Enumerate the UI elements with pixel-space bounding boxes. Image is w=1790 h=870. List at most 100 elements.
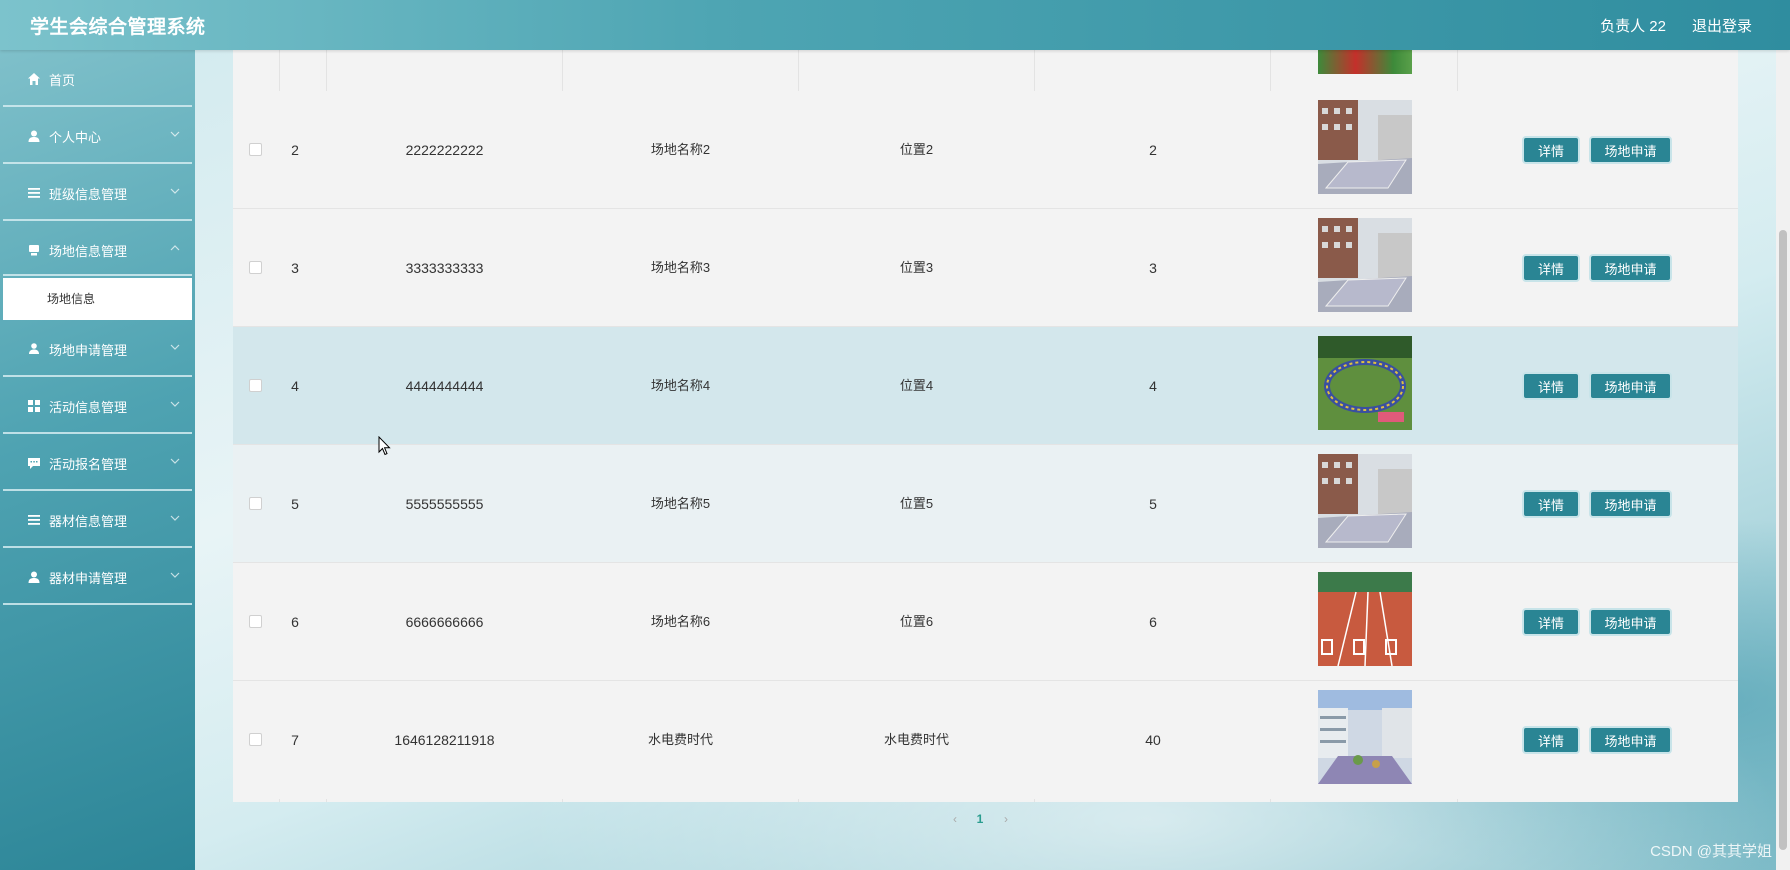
venue-location: 位置4	[899, 378, 934, 393]
chat-icon	[28, 458, 40, 469]
venue-apply-button[interactable]: 场地申请	[1589, 372, 1672, 400]
chevron-down-icon	[170, 131, 180, 137]
chevron-down-icon	[170, 458, 180, 464]
sidebar-item-venue-application[interactable]: 场地申请管理	[3, 320, 192, 377]
venue-apply-button[interactable]: 场地申请	[1589, 490, 1672, 518]
user-icon	[28, 130, 40, 142]
venue-name: 场地名称2	[650, 142, 711, 157]
row-index: 5	[291, 496, 299, 512]
chevron-down-icon	[170, 515, 180, 521]
venue-thumbnail[interactable]	[1318, 572, 1412, 666]
row-checkbox[interactable]	[249, 733, 262, 746]
current-user-label: 负责人 22	[1600, 18, 1666, 35]
venue-capacity: 5	[1149, 496, 1157, 512]
venue-apply-button[interactable]: 场地申请	[1589, 608, 1672, 636]
venue-capacity: 40	[1145, 732, 1161, 748]
grid-icon	[28, 400, 40, 412]
venue-thumbnail[interactable]	[1318, 218, 1412, 312]
venue-location: 位置3	[899, 260, 934, 275]
venue-location: 位置2	[899, 142, 934, 157]
sidebar-item-equipment-info[interactable]: 器材信息管理	[3, 491, 192, 548]
table-row: 5 5555555555 场地名称5 位置5 5 详情 场地申请	[233, 445, 1738, 563]
detail-button[interactable]: 详情	[1522, 490, 1580, 518]
sidebar-item-label: 个人中心	[49, 130, 102, 145]
venue-number: 3333333333	[405, 260, 484, 276]
sidebar-item-label: 班级信息管理	[49, 187, 128, 202]
venue-number: 4444444444	[405, 378, 484, 394]
detail-button[interactable]: 详情	[1522, 726, 1580, 754]
venue-location: 位置6	[899, 614, 934, 629]
mouse-cursor-icon	[378, 436, 391, 456]
chevron-down-icon	[170, 188, 180, 194]
table-row: 3 3333333333 场地名称3 位置3 3 详情 场地申请	[233, 209, 1738, 327]
venue-icon	[29, 245, 39, 256]
table-row: 6 6666666666 场地名称6 位置6 6 详情 场地申请	[233, 563, 1738, 681]
row-checkbox[interactable]	[249, 143, 262, 156]
table-row: 2 2222222222 场地名称2 位置2 2 详情 场地申请	[233, 91, 1738, 209]
venue-thumbnail[interactable]	[1318, 336, 1412, 430]
scrollbar-thumb[interactable]	[1779, 230, 1787, 850]
venue-capacity: 6	[1149, 614, 1157, 630]
venue-thumbnail[interactable]	[1318, 690, 1412, 784]
top-bar: 学生会综合管理系统 负责人 22 退出登录	[0, 0, 1790, 50]
venue-number: 5555555555	[405, 496, 484, 512]
venue-location: 位置5	[899, 496, 934, 511]
sidebar-item-venue-info[interactable]: 场地信息管理	[3, 221, 192, 276]
row-index: 7	[291, 732, 299, 748]
vertical-scrollbar[interactable]	[1776, 50, 1790, 870]
sidebar-item-label: 活动信息管理	[49, 400, 128, 415]
venue-apply-button[interactable]: 场地申请	[1589, 254, 1672, 282]
sidebar-item-personal-center[interactable]: 个人中心	[3, 107, 192, 164]
home-icon	[28, 73, 40, 85]
user-upload-icon	[29, 343, 39, 354]
venue-thumbnail-partial	[1318, 50, 1412, 74]
venue-apply-button[interactable]: 场地申请	[1589, 136, 1672, 164]
venue-name: 场地名称3	[650, 260, 711, 275]
venue-location: 水电费时代	[883, 732, 949, 747]
row-checkbox[interactable]	[249, 379, 262, 392]
sidebar-item-label: 活动报名管理	[49, 457, 128, 472]
sidebar-item-label: 首页	[49, 73, 76, 88]
sidebar-item-label: 器材信息管理	[49, 514, 128, 529]
page-number-current[interactable]: 1	[970, 812, 990, 826]
detail-button[interactable]: 详情	[1522, 254, 1580, 282]
chevron-down-icon	[170, 401, 180, 407]
venue-thumbnail[interactable]	[1318, 454, 1412, 548]
prev-page-button[interactable]: ‹	[945, 812, 965, 826]
chevron-down-icon	[170, 572, 180, 578]
sidebar-item-activity-info[interactable]: 活动信息管理	[3, 377, 192, 434]
row-checkbox[interactable]	[249, 261, 262, 274]
detail-button[interactable]: 详情	[1522, 372, 1580, 400]
sidebar-item-class-info[interactable]: 班级信息管理	[3, 164, 192, 221]
next-page-button[interactable]: ›	[996, 812, 1016, 826]
sidebar-item-equipment-application[interactable]: 器材申请管理	[3, 548, 192, 605]
sidebar-item-activity-signup[interactable]: 活动报名管理	[3, 434, 192, 491]
table-row-partial	[233, 50, 1738, 92]
venue-thumbnail[interactable]	[1318, 100, 1412, 194]
row-index: 2	[291, 142, 299, 158]
watermark-text: CSDN @其其学姐	[1650, 843, 1772, 860]
row-checkbox[interactable]	[249, 497, 262, 510]
venue-capacity: 4	[1149, 378, 1157, 394]
venue-capacity: 3	[1149, 260, 1157, 276]
sidebar-item-label: 场地信息管理	[49, 244, 128, 259]
table-row: 7 1646128211918 水电费时代 水电费时代 40 详情 场地申请	[233, 681, 1738, 799]
venue-name: 场地名称5	[650, 496, 711, 511]
venue-number: 6666666666	[405, 614, 484, 630]
sidebar-subitem-venue-info[interactable]: 场地信息	[3, 278, 192, 320]
venue-name: 场地名称4	[650, 378, 711, 393]
detail-button[interactable]: 详情	[1522, 608, 1580, 636]
row-index: 3	[291, 260, 299, 276]
detail-button[interactable]: 详情	[1522, 136, 1580, 164]
venue-number: 2222222222	[405, 142, 484, 158]
sidebar-item-home[interactable]: 首页	[3, 50, 192, 107]
venue-capacity: 2	[1149, 142, 1157, 158]
list-icon	[28, 188, 40, 198]
row-checkbox[interactable]	[249, 615, 262, 628]
sidebar-item-label: 器材申请管理	[49, 571, 128, 586]
venue-name: 水电费时代	[647, 732, 713, 747]
venue-name: 场地名称6	[650, 614, 711, 629]
app-title: 学生会综合管理系统	[30, 17, 206, 38]
venue-apply-button[interactable]: 场地申请	[1589, 726, 1672, 754]
logout-link[interactable]: 退出登录	[1692, 15, 1752, 36]
